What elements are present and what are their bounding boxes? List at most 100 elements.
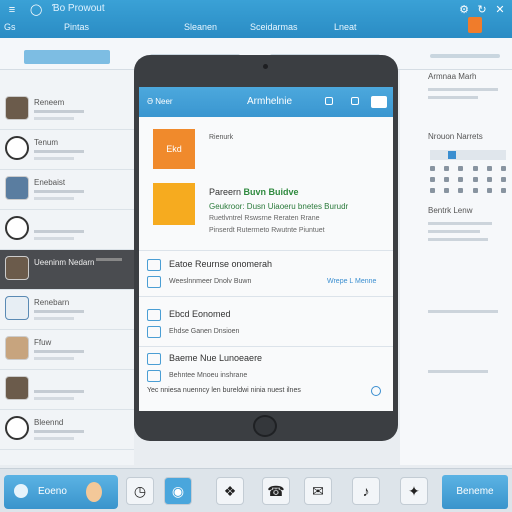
camera-icon: [263, 64, 268, 69]
list-item-title: Ueeninm Nedarn: [34, 258, 95, 267]
section-title: Baeme Nue Lunoeaere: [169, 353, 263, 363]
panel-heading: Nrouon Narrets: [428, 132, 483, 141]
clock-icon: [5, 416, 29, 440]
promo-headline: Pareern Buvn Buidve: [209, 187, 299, 197]
calendar[interactable]: [430, 150, 506, 193]
profile-button[interactable]: Eoeno: [4, 475, 118, 509]
section-subtitle: Weeslnnmeer Dnolv Buwn: [169, 278, 252, 285]
camera-icon[interactable]: ◉: [164, 477, 192, 505]
settings-icon[interactable]: [351, 97, 359, 105]
image-icon[interactable]: ✦: [400, 477, 428, 505]
avatar: [5, 336, 29, 360]
placeholder-line: [428, 230, 480, 233]
avatar: [5, 376, 29, 400]
list-item-title: Reneem: [34, 98, 65, 107]
close-icon[interactable]: ✕: [494, 4, 506, 16]
avatar: [5, 176, 29, 200]
back-icon[interactable]: ◯: [30, 4, 42, 16]
list-item-title: Enebaist: [34, 178, 66, 187]
checkbox-icon[interactable]: [147, 353, 161, 365]
orange-tile[interactable]: Ekd: [153, 129, 195, 169]
placeholder-line: [428, 238, 488, 241]
list-item-title: Bleennd: [34, 418, 64, 427]
panel-heading: Bentrk Lenw: [428, 206, 473, 215]
list-item[interactable]: [0, 210, 134, 250]
clock-icon: [5, 136, 29, 160]
list-item[interactable]: Enebaist: [0, 170, 134, 210]
checkbox-icon[interactable]: [147, 276, 161, 288]
list-item-title: Tenum: [34, 138, 59, 147]
toolbar-item-4[interactable]: Sceidarmas: [250, 22, 298, 32]
tablet-device: Ə Neer Armhelnie Ekd Rienurk Pareern Buv…: [134, 55, 398, 441]
egg-icon: [86, 482, 102, 502]
tablet-screen: Ə Neer Armhelnie Ekd Rienurk Pareern Buv…: [139, 87, 393, 411]
mail-icon[interactable]: ✉: [304, 477, 332, 505]
checkbox-icon[interactable]: [147, 309, 161, 321]
checkbox-icon[interactable]: [147, 259, 161, 271]
chat-icon[interactable]: ❖: [216, 477, 244, 505]
placeholder-line: [428, 370, 488, 373]
share-icon[interactable]: [325, 97, 333, 105]
list-item[interactable]: [0, 370, 134, 410]
bell-icon[interactable]: ♪: [352, 477, 380, 505]
app-header: Ə Neer Armhelnie: [139, 87, 393, 117]
list-item[interactable]: Tenum: [0, 130, 134, 170]
document-icon: [5, 296, 29, 320]
section-title: Eatoe Reurnse onomerah: [169, 259, 273, 269]
toolbar-item-2[interactable]: Pintas: [64, 22, 89, 32]
settings-icon[interactable]: ⚙: [458, 4, 470, 16]
promo-card: Ekd Rienurk Pareern Buvn Buidve Geukroor…: [139, 117, 393, 251]
window-titlebar: ≡ ◯ Ɓo Prowout ⚙ ↻ ✕ Gs Pintas Sleanen S…: [0, 0, 512, 38]
help-icon[interactable]: [371, 386, 381, 396]
panel-heading: Armnaa Marh: [428, 72, 477, 81]
compose-button[interactable]: [24, 50, 110, 64]
avatar: [5, 256, 29, 280]
profile-label: Eoeno: [38, 486, 67, 497]
yellow-tile[interactable]: [153, 183, 195, 225]
window-title: Ɓo Prowout: [52, 3, 105, 14]
window-icon[interactable]: [371, 96, 387, 108]
menu-icon[interactable]: ≡: [6, 4, 18, 16]
right-panel: Armnaa Marh Nrouon Narrets Bentrk Lenw: [400, 70, 512, 465]
notification-badge[interactable]: [468, 17, 482, 33]
user-icon: [14, 484, 28, 498]
toolbar-item-1[interactable]: Gs: [4, 22, 16, 32]
primary-action-button[interactable]: Beneme: [442, 475, 508, 509]
back-link[interactable]: Ə Neer: [147, 97, 173, 106]
toolbar: Gs Pintas Sleanen Sceidarmas Lneat: [4, 20, 504, 36]
section-item[interactable]: Eatoe Reurnse onomerah Weeslnnmeer Dnolv…: [139, 251, 393, 297]
app-title: Armhelnie: [247, 96, 293, 107]
toolbar-item-3[interactable]: Sleanen: [184, 22, 217, 32]
refresh-icon[interactable]: ↻: [476, 4, 488, 16]
section-item[interactable]: Ebcd Eonomed Ehdse Ganen Dnsioen: [139, 297, 393, 347]
section-subtitle: Behntee Mnoeu inshrane: [169, 372, 248, 379]
footer-note: Yec nniesa nuenncy len bureldwi ninia nu…: [147, 387, 301, 394]
section-title: Ebcd Eonomed: [169, 309, 231, 319]
placeholder-line: [428, 88, 498, 91]
placeholder-line: [428, 310, 498, 313]
list-item-selected[interactable]: Ueeninm Nedarn: [0, 250, 134, 290]
section-subtitle: Ehdse Ganen Dnsioen: [169, 328, 240, 335]
promo-detail-1: Ruetlvntrel Rswsrne Reraten Rrane: [209, 215, 320, 222]
placeholder-line: [428, 222, 492, 225]
list-item[interactable]: Reneem: [0, 90, 134, 130]
list-item[interactable]: Bleennd: [0, 410, 134, 450]
phone-icon[interactable]: ☎: [262, 477, 290, 505]
toolbar-item-5[interactable]: Lneat: [334, 22, 357, 32]
home-button[interactable]: [253, 415, 277, 437]
promo-subline: Geukroor: Dusn Uiaoeru bnetes Burudr: [209, 202, 349, 211]
bottom-dock: Eoeno ◷ ◉ ❖ ☎ ✉ ♪ ✦ Beneme: [0, 468, 512, 512]
section-link[interactable]: Wrepe L Menne: [327, 278, 376, 285]
checkbox-icon[interactable]: [147, 370, 161, 382]
promo-highlight: Buvn Buidve: [243, 187, 299, 197]
list-item[interactable]: Ffuw: [0, 330, 134, 370]
avatar: [5, 96, 29, 120]
calendar-header: [430, 150, 506, 160]
clock-icon[interactable]: ◷: [126, 477, 154, 505]
section-item[interactable]: Baeme Nue Lunoeaere Behntee Mnoeu inshra…: [139, 347, 393, 385]
message-list: Reneem Tenum Enebaist Ueeninm Nedarn Ren…: [0, 70, 134, 465]
list-item-title: Renebarn: [34, 298, 70, 307]
today-marker: [448, 151, 456, 159]
list-item[interactable]: Renebarn: [0, 290, 134, 330]
checkbox-icon[interactable]: [147, 326, 161, 338]
